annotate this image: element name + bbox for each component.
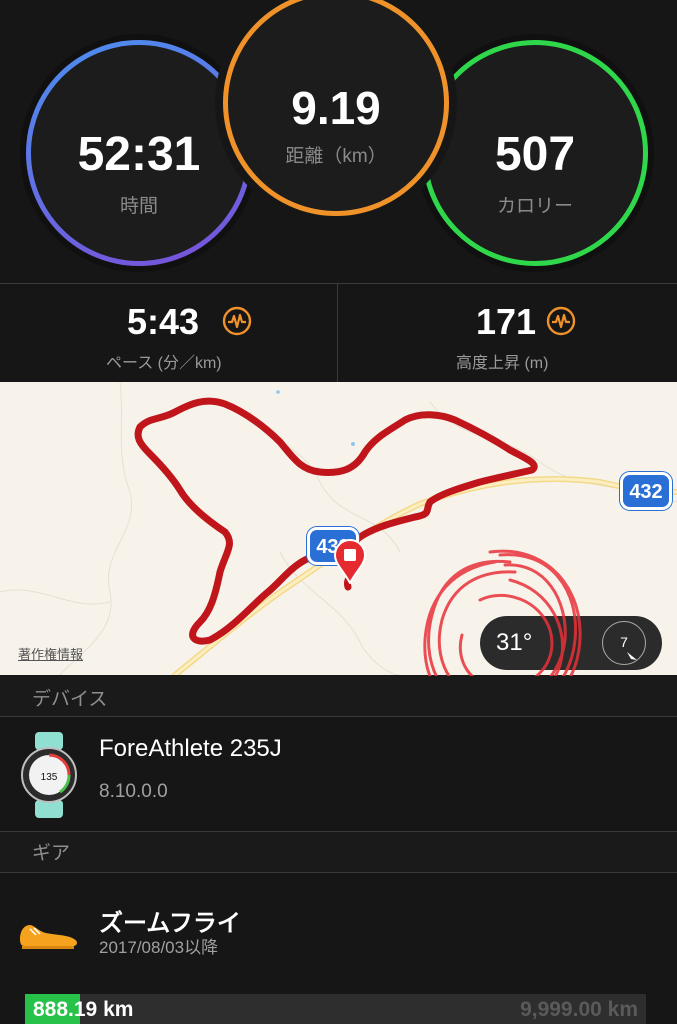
device-section-header: デバイス <box>0 676 677 716</box>
elevation-cell[interactable]: 171 高度上昇 (m) <box>338 284 677 382</box>
activity-wave-icon <box>546 306 576 336</box>
distance-label: 距離（km） <box>285 146 387 167</box>
copyright-link[interactable]: 著作権情報 <box>18 644 83 663</box>
elevation-value: 171 <box>476 301 537 342</box>
time-value: 52:31 <box>77 128 201 181</box>
wind-speed: 7 <box>620 634 628 650</box>
gear-used-km-rest: .19 km <box>68 998 134 1021</box>
summary-panel: 52:31 時間 507 カロリー 9.19 距離（km） <box>0 0 677 283</box>
time-ring[interactable]: 52:31 時間 <box>26 40 252 266</box>
watch-icon: 135 <box>21 732 77 818</box>
gear-used-km: 888.19 km <box>33 998 133 1022</box>
gear-max-km: 9,999.00 km <box>520 998 638 1021</box>
svg-text:135: 135 <box>41 772 58 783</box>
road-shield: 432 <box>620 472 672 510</box>
calories-ring[interactable]: 507 カロリー <box>422 40 648 266</box>
pace-value: 5:43 <box>127 301 200 342</box>
wind-direction-icon <box>627 652 637 660</box>
gear-row[interactable]: ズームフライ 2017/08/03以降 888.19 km 9,999.00 k… <box>0 873 677 1024</box>
device-name: ForeAthlete 235J <box>99 735 282 762</box>
time-label: 時間 <box>119 196 158 217</box>
gear-since: 2017/08/03以降 <box>99 938 219 957</box>
gear-section-title: ギア <box>32 843 71 864</box>
gear-section-header: ギア <box>0 832 677 872</box>
device-section-title: デバイス <box>32 689 108 710</box>
road-shield-label: 432 <box>629 481 663 503</box>
device-version: 8.10.0.0 <box>99 781 168 802</box>
calories-label: カロリー <box>496 196 573 217</box>
distance-value: 9.19 <box>291 82 381 134</box>
activity-wave-icon <box>222 306 252 336</box>
finish-pin-icon[interactable] <box>333 538 367 584</box>
metrics-row: 5:43 ペース (分／km) 171 高度上昇 (m) <box>0 284 677 382</box>
elevation-label: 高度上昇 (m) <box>456 355 549 372</box>
pace-label: ペース (分／km) <box>106 355 222 372</box>
wind-dial: 7 <box>602 621 646 665</box>
device-row[interactable]: 135 ForeAthlete 235J 8.10.0.0 <box>0 717 677 831</box>
calories-value: 507 <box>494 128 576 181</box>
shoe-icon <box>20 925 77 949</box>
distance-ring[interactable]: 9.19 距離（km） <box>223 0 449 216</box>
pace-cell[interactable]: 5:43 ペース (分／km) <box>0 284 337 382</box>
gear-mileage-bar: 888.19 km 9,999.00 km <box>25 994 646 1024</box>
gear-used-km-whole: 888 <box>33 998 69 1021</box>
